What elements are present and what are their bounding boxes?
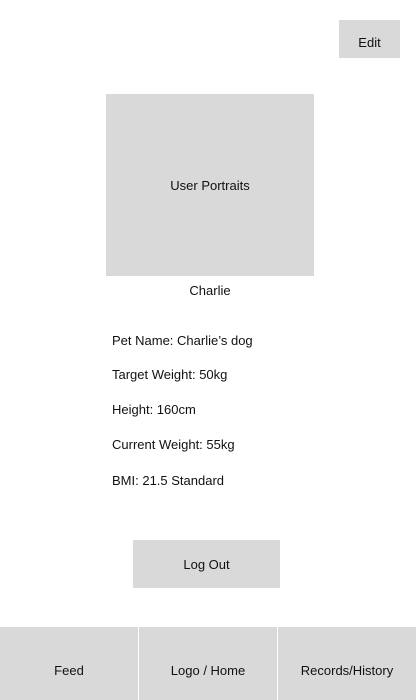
logout-button[interactable]: Log Out [133,540,280,588]
nav-item-records-history[interactable]: Records/History [277,627,416,700]
edit-button-label: Edit [358,34,381,50]
nav-item-home[interactable]: Logo / Home [138,627,277,700]
bottom-navigation: Feed Logo / Home Records/History [0,627,416,700]
user-portrait-label: User Portraits [170,177,250,193]
logout-button-label: Log Out [183,556,230,572]
pet-name-text: Pet Name: Charlie’s dog [112,333,253,348]
bmi-text: BMI: 21.5 Standard [112,473,225,488]
user-portrait[interactable]: User Portraits [106,94,314,276]
nav-item-feed[interactable]: Feed [0,627,138,700]
target-weight-text: Target Weight: 50kg [112,367,228,382]
height-text: Height: 160cm [112,402,196,417]
nav-item-label: Feed [54,663,84,678]
nav-item-label: Records/History [300,663,394,678]
user-name: Charlie [189,283,231,298]
current-weight-text: Current Weight: 55kg [112,437,235,452]
nav-item-label: Logo / Home [170,663,246,678]
edit-button[interactable]: Edit [339,20,400,58]
